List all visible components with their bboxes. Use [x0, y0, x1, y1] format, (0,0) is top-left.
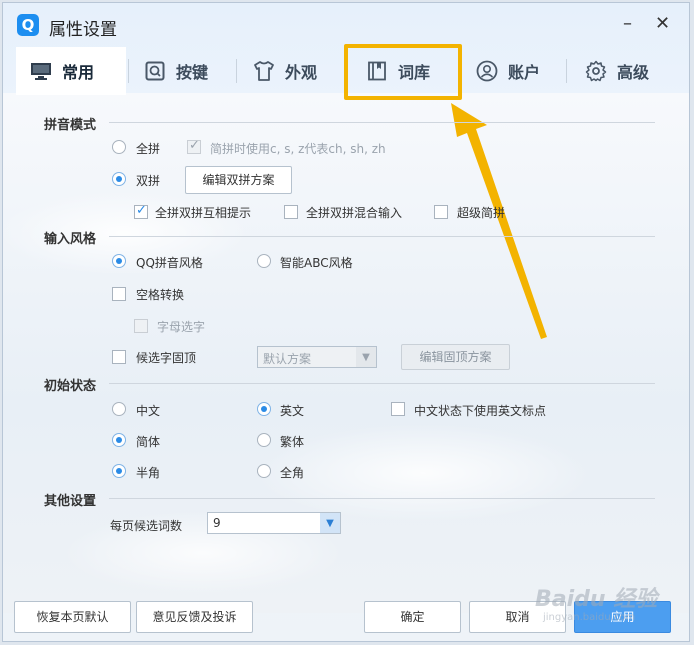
space-convert-checkbox[interactable]	[112, 287, 126, 301]
full-width-label: 全角	[280, 466, 305, 480]
per-page-select[interactable]: 9 ▼	[207, 512, 341, 534]
mixed-input-checkbox[interactable]	[284, 205, 298, 219]
section-title-other: 其他设置	[44, 494, 97, 509]
per-page-label: 每页候选词数	[110, 519, 183, 533]
full-pinyin-radio[interactable]	[112, 140, 126, 154]
highlight-box	[344, 44, 462, 100]
full-pinyin-label: 全拼	[136, 142, 161, 156]
mixed-input-label: 全拼双拼混合输入	[306, 206, 403, 220]
tshirt-icon	[253, 61, 275, 81]
traditional-radio[interactable]	[257, 433, 271, 447]
abbrev-option-label: 简拼时使用c, s, z代表ch, sh, zh	[210, 142, 386, 156]
section-divider	[109, 236, 655, 237]
tab-keys[interactable]: 按键	[130, 47, 235, 95]
space-convert-label: 空格转换	[136, 288, 185, 302]
section-divider	[109, 122, 655, 123]
close-button[interactable]: ✕	[655, 13, 670, 34]
tab-divider	[236, 59, 237, 83]
qq-style-radio[interactable]	[112, 254, 126, 268]
fixed-top-checkbox[interactable]	[112, 350, 126, 364]
super-short-checkbox[interactable]	[434, 205, 448, 219]
fixed-scheme-select[interactable]: 默认方案 ▼	[257, 346, 377, 368]
section-title-input-style: 输入风格	[44, 232, 97, 247]
edit-double-pinyin-button[interactable]: 编辑双拼方案	[185, 166, 292, 194]
chevron-down-icon: ▼	[356, 347, 376, 367]
restore-defaults-button[interactable]: 恢复本页默认	[14, 601, 131, 633]
abbrev-option-checkbox[interactable]	[187, 138, 201, 154]
double-pinyin-label: 双拼	[136, 174, 161, 188]
fixed-scheme-value: 默认方案	[263, 352, 312, 366]
window-title: 属性设置	[49, 20, 117, 40]
tab-label: 按键	[176, 63, 209, 82]
app-logo-icon: Q	[17, 14, 39, 36]
tab-label: 外观	[285, 63, 318, 82]
tab-divider	[128, 59, 129, 83]
tab-advanced[interactable]: 高级	[571, 47, 676, 95]
ok-button[interactable]: 确定	[364, 601, 461, 633]
monitor-icon	[30, 61, 52, 81]
abc-style-label: 智能ABC风格	[280, 256, 353, 270]
watermark-url: jingyan.baidu.com	[543, 612, 636, 623]
abc-style-radio[interactable]	[257, 254, 271, 268]
title-bar: Q 属性设置 – ✕	[3, 3, 689, 47]
english-radio[interactable]	[257, 402, 271, 416]
double-pinyin-radio[interactable]	[112, 172, 126, 186]
tab-general[interactable]: 常用	[16, 47, 126, 95]
chinese-label: 中文	[136, 404, 161, 418]
feedback-button[interactable]: 意见反馈及投诉	[136, 601, 253, 633]
minimize-button[interactable]: –	[623, 13, 632, 34]
tab-divider	[566, 59, 567, 83]
edit-fixed-top-button[interactable]: 编辑固顶方案	[401, 344, 510, 370]
section-title-initial-state: 初始状态	[44, 379, 97, 394]
settings-window: Q 属性设置 – ✕ 常用 按键 外观 词库 账户 高级 拼音模式 全拼 ✓ 简…	[2, 2, 690, 642]
tab-account[interactable]: 账户	[462, 47, 562, 95]
section-title-pinyin-mode: 拼音模式	[44, 118, 97, 133]
qq-style-label: QQ拼音风格	[136, 256, 203, 270]
full-width-radio[interactable]	[257, 464, 271, 478]
annotation-arrow	[451, 103, 547, 339]
half-width-label: 半角	[136, 466, 161, 480]
gear-icon	[585, 60, 607, 82]
simplified-label: 简体	[136, 435, 161, 449]
super-short-label: 超级简拼	[457, 206, 506, 220]
english-label: 英文	[280, 404, 305, 418]
watermark-brand: Baidu 经验	[535, 587, 658, 612]
letter-select-checkbox[interactable]	[134, 319, 148, 333]
chevron-down-icon: ▼	[320, 513, 340, 533]
keyboard-key-icon	[144, 61, 166, 81]
tab-label: 常用	[62, 63, 95, 82]
chinese-radio[interactable]	[112, 402, 126, 416]
fixed-top-label: 候选字固顶	[136, 351, 197, 365]
letter-select-label: 字母选字	[157, 320, 206, 334]
user-icon	[476, 60, 498, 82]
mutual-hint-label: 全拼双拼互相提示	[155, 206, 252, 220]
mutual-hint-checkbox[interactable]	[134, 203, 148, 219]
section-divider	[109, 383, 655, 384]
tab-label: 账户	[508, 63, 541, 82]
english-punct-label: 中文状态下使用英文标点	[414, 404, 547, 418]
english-punct-checkbox[interactable]	[391, 402, 405, 416]
section-divider	[109, 498, 655, 499]
half-width-radio[interactable]	[112, 464, 126, 478]
tab-label: 高级	[617, 63, 650, 82]
tab-appearance[interactable]: 外观	[239, 47, 344, 95]
traditional-label: 繁体	[280, 435, 305, 449]
simplified-radio[interactable]	[112, 433, 126, 447]
per-page-value: 9	[213, 516, 221, 530]
